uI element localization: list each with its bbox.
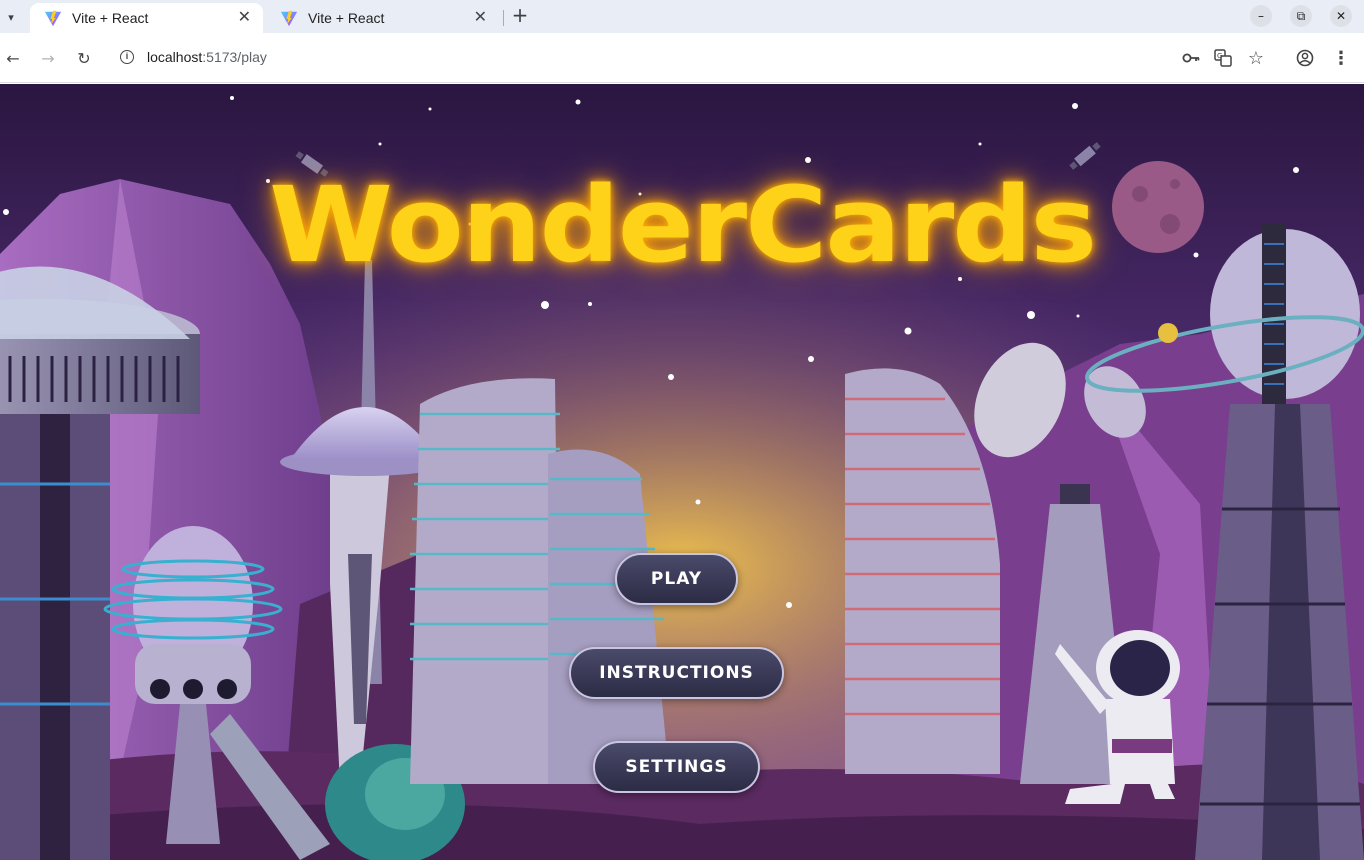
browser-toolbar: ← → ↻ i localhost:5173/play G ☆ ⋮ [0,33,1364,83]
bookmark-star-icon[interactable]: ☆ [1246,48,1266,69]
tab-divider [503,10,504,26]
close-window-icon[interactable]: ✕ [1330,5,1352,27]
minimize-icon[interactable]: – [1250,5,1272,27]
password-key-icon[interactable] [1181,48,1201,68]
tab-title: Vite + React [308,10,385,26]
svg-text:G: G [1217,52,1222,60]
menu-kebab-icon[interactable]: ⋮ [1331,48,1351,69]
site-info-icon[interactable]: i [120,50,134,64]
tab-strip: ▾ Vite + React ✕ Vite + React ✕ + – ⧉ ✕ [0,0,1364,33]
game-title: WonderCards [268,164,1097,286]
play-button[interactable]: PLAY [615,553,738,605]
tab-title: Vite + React [72,10,149,26]
profile-icon[interactable] [1295,48,1315,68]
close-tab-icon[interactable]: ✕ [474,10,487,26]
settings-button[interactable]: SETTINGS [593,741,760,793]
forward-icon[interactable]: → [38,48,58,68]
instructions-button[interactable]: INSTRUCTIONS [569,647,784,699]
tab-search-icon[interactable]: ▾ [0,4,22,30]
close-tab-icon[interactable]: ✕ [238,10,251,26]
back-icon[interactable]: ← [3,48,23,68]
game-screen: WonderCards PLAY INSTRUCTIONS SETTINGS [0,84,1364,860]
reload-icon[interactable]: ↻ [74,48,94,68]
vite-favicon-icon [280,10,298,27]
url-text[interactable]: localhost:5173/play [147,49,267,65]
address-bar[interactable]: i localhost:5173/play [108,40,1170,76]
tab-inactive[interactable]: Vite + React ✕ [266,3,499,33]
new-tab-icon[interactable]: + [509,5,531,27]
tab-active[interactable]: Vite + React ✕ [30,3,263,33]
restore-icon[interactable]: ⧉ [1290,5,1312,27]
translate-icon[interactable]: G [1213,48,1233,68]
vite-favicon-icon [44,10,62,27]
